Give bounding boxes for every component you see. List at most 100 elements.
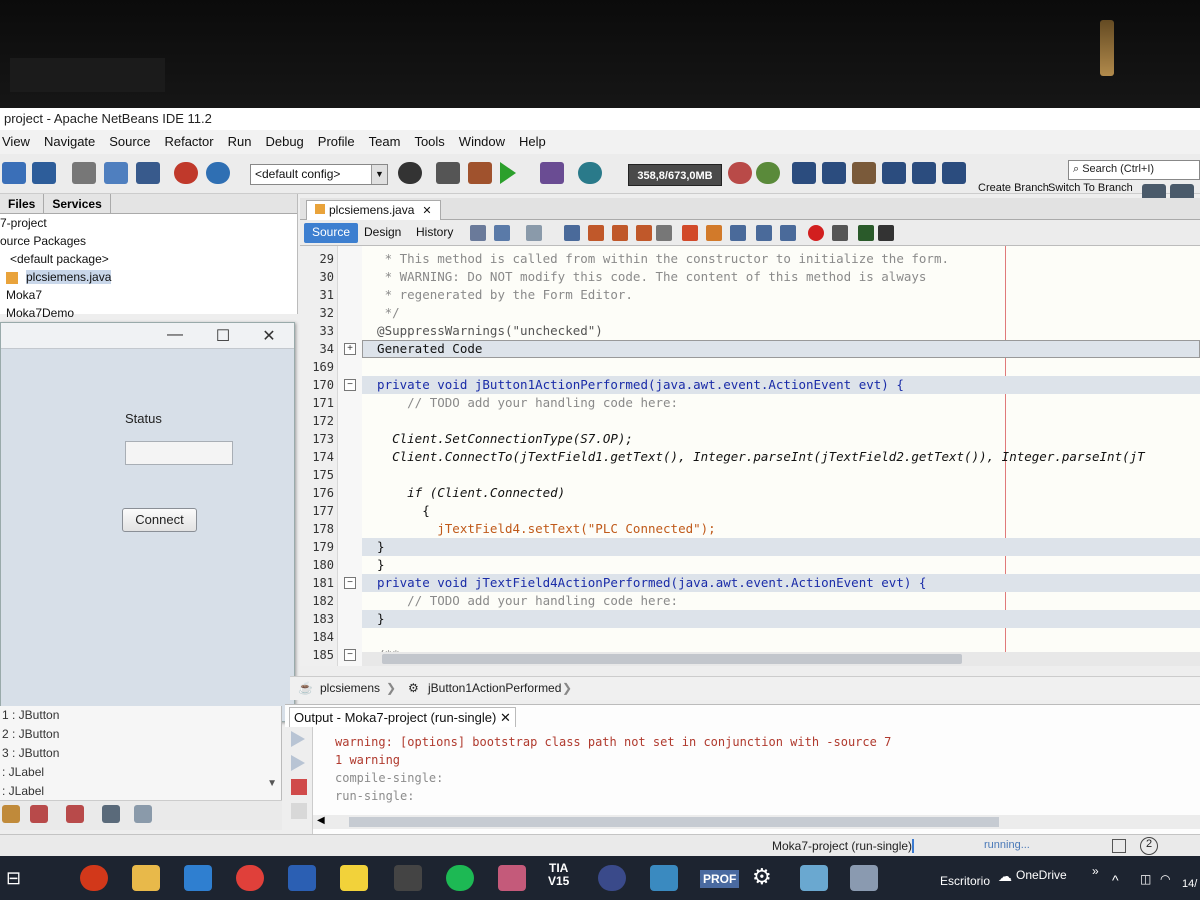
notification-badge[interactable]: 2	[1140, 837, 1158, 855]
code-line[interactable]: {	[362, 502, 1200, 520]
uncomment-icon[interactable]	[878, 225, 894, 241]
next-bookmark-icon[interactable]	[706, 225, 722, 241]
code-line[interactable]: }	[362, 538, 1200, 556]
config-select[interactable]: <default config> ▼	[250, 164, 388, 185]
component-item[interactable]: : JLabel	[0, 763, 281, 782]
code-line[interactable]: * regenerated by the Form Editor.	[362, 286, 1200, 304]
tab-output[interactable]: Output - Moka7-project (run-single) ✕	[289, 707, 516, 727]
proficy-icon[interactable]: PROF	[700, 870, 740, 888]
rerun-icon[interactable]	[291, 731, 305, 747]
editor-hscrollbar[interactable]	[362, 652, 1200, 666]
menu-source[interactable]: Source	[109, 134, 150, 154]
opera-icon[interactable]	[80, 865, 108, 891]
menu-window[interactable]: Window	[459, 134, 505, 154]
git-icon[interactable]	[756, 162, 780, 184]
toggle-highlight-icon[interactable]	[636, 225, 652, 241]
code-line[interactable]: jTextField4.setText("PLC Connected");	[362, 520, 1200, 538]
mail-icon[interactable]	[184, 865, 212, 891]
shift-right-icon[interactable]	[780, 225, 796, 241]
menu-tools[interactable]: Tools	[414, 134, 444, 154]
app-icon[interactable]	[650, 865, 678, 891]
wifi-icon[interactable]: ◠	[1160, 872, 1170, 886]
menu-debug[interactable]: Debug	[265, 134, 303, 154]
last-edit-icon[interactable]	[470, 225, 486, 241]
view-source-button[interactable]: Source	[304, 223, 359, 243]
comment-icon[interactable]	[858, 225, 874, 241]
status-field[interactable]	[125, 441, 233, 465]
collapse-fold-icon[interactable]: −	[344, 577, 356, 589]
commit-icon[interactable]	[852, 162, 876, 184]
tree-item-project[interactable]: 7-project	[0, 214, 297, 232]
file-explorer-icon[interactable]	[132, 865, 160, 891]
tree-item-default-package[interactable]: <default package>	[0, 250, 297, 268]
minimize-button[interactable]: —	[165, 326, 185, 344]
search-icon[interactable]	[564, 225, 580, 241]
app-icon[interactable]	[800, 865, 828, 891]
palette-icon[interactable]	[30, 805, 48, 823]
code-line[interactable]: * WARNING: Do NOT modify this code. The …	[362, 268, 1200, 286]
clock-date[interactable]: 14/	[1182, 878, 1197, 890]
build-icon[interactable]	[436, 162, 460, 184]
move-down-icon[interactable]	[134, 805, 152, 823]
profile-icon[interactable]	[578, 162, 602, 184]
code-line[interactable]: */	[362, 304, 1200, 322]
code-line[interactable]: }	[362, 610, 1200, 628]
maximize-button[interactable]: ☐	[213, 326, 233, 346]
view-history-button[interactable]: History	[408, 223, 461, 243]
sticky-notes-icon[interactable]	[340, 865, 368, 891]
gc-icon[interactable]	[728, 162, 752, 184]
code-line[interactable]	[362, 358, 1200, 376]
team-icon[interactable]	[792, 162, 816, 184]
back-icon[interactable]	[494, 225, 510, 241]
code-line[interactable]	[362, 628, 1200, 646]
output-hscrollbar[interactable]: ◀	[313, 815, 1200, 829]
cut-icon[interactable]	[72, 162, 96, 184]
netbeans-icon[interactable]	[850, 865, 878, 891]
menu-team[interactable]: Team	[369, 134, 401, 154]
tia-portal-icon[interactable]: TIA V15	[548, 862, 569, 888]
chevron-left-icon[interactable]: ◀	[317, 815, 325, 826]
code-line[interactable]: * This method is called from within the …	[362, 250, 1200, 268]
close-tab-icon[interactable]: ✕	[422, 205, 431, 217]
onedrive-label[interactable]: OneDrive	[1016, 868, 1067, 882]
code-editor[interactable]: 29 * This method is called from within t…	[300, 246, 1200, 666]
spotify-icon[interactable]	[446, 865, 474, 891]
paste-icon[interactable]	[136, 162, 160, 184]
eclipse-icon[interactable]	[598, 865, 626, 891]
debug-icon[interactable]	[540, 162, 564, 184]
breadcrumb-item-method[interactable]: jButton1ActionPerformed	[428, 681, 561, 695]
create-branch-button[interactable]: Create Branch	[978, 182, 1049, 194]
code-line[interactable]: private void jTextField4ActionPerformed(…	[362, 574, 1200, 592]
code-line[interactable]: }	[362, 556, 1200, 574]
code-line[interactable]: private void jButton1ActionPerformed(jav…	[362, 376, 1200, 394]
select-icon[interactable]	[656, 225, 672, 241]
tree-item-moka7demo[interactable]: Moka7Demo	[0, 304, 297, 322]
escritorio-label[interactable]: Escritorio	[940, 874, 990, 888]
code-line[interactable]	[362, 466, 1200, 484]
stop-macro-icon[interactable]	[832, 225, 848, 241]
code-line[interactable]: Client.ConnectTo(jTextField1.getText(), …	[362, 448, 1200, 466]
menu-run[interactable]: Run	[228, 134, 252, 154]
view-design-button[interactable]: Design	[356, 223, 409, 243]
redo-icon[interactable]	[206, 162, 230, 184]
close-tab-icon[interactable]: ✕	[500, 710, 511, 725]
cloud-icon[interactable]: ☁	[998, 868, 1012, 885]
component-item[interactable]: 1 : JButton	[0, 706, 281, 725]
menu-navigate[interactable]: Navigate	[44, 134, 95, 154]
close-button[interactable]: ✕	[259, 326, 279, 346]
tree-item-source-packages[interactable]: ource Packages	[0, 232, 297, 250]
gear-icon[interactable]: ⚙	[752, 864, 772, 890]
breadcrumb-item-class[interactable]: plcsiemens	[320, 681, 380, 695]
tree-item-plcsiemens[interactable]: plcsiemens.java	[0, 268, 297, 286]
app-icon[interactable]	[498, 865, 526, 891]
tab-plcsiemens[interactable]: plcsiemens.java ✕	[306, 200, 441, 220]
notifications-icon[interactable]	[1112, 839, 1126, 853]
push-icon[interactable]	[912, 162, 936, 184]
search-input[interactable]: ⌕ Search (Ctrl+I)	[1068, 160, 1200, 180]
memory-indicator[interactable]: 358,8/673,0MB	[628, 164, 722, 186]
task-view-icon[interactable]: ⊟	[6, 868, 21, 889]
running-task[interactable]: Moka7-project (run-single)	[772, 839, 912, 853]
pull-icon[interactable]	[882, 162, 906, 184]
undo-icon[interactable]	[174, 162, 198, 184]
next-occurrence-icon[interactable]	[612, 225, 628, 241]
